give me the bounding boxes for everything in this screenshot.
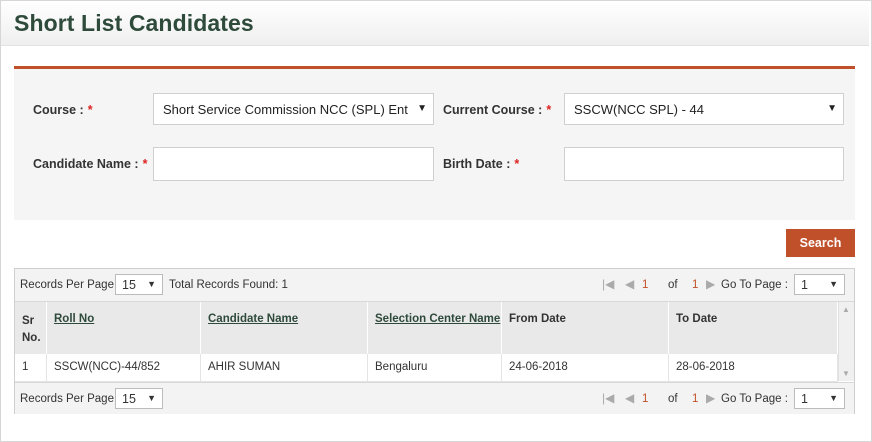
course-label: Course : * [33,103,93,117]
required-mark: * [142,157,148,171]
cell-text: SSCW(NCC)-44/852 [54,361,161,373]
records-per-page-select[interactable]: 15 ▼ [115,388,163,409]
dropdown-arrow-icon: ▼ [829,393,838,403]
go-to-page-select[interactable]: 1 ▼ [794,388,845,409]
cell-text: 24-06-2018 [509,361,568,373]
current-page-number: 1 [642,393,649,405]
course-label-text: Course : [33,103,84,117]
total-pages-number: 1 [692,279,699,291]
column-header-selection-center[interactable]: Selection Center Name [368,302,502,354]
current-page-number: 1 [642,279,649,291]
current-course-select[interactable]: SSCW(NCC SPL) - 44 ▼ [564,93,844,125]
cell-from-date: 24-06-2018 [502,354,669,381]
page-title: Short List Candidates [14,10,254,36]
dropdown-arrow-icon: ▼ [147,393,156,403]
prev-page-icon[interactable]: ◀ [625,391,634,405]
column-header-label: From Date [509,313,566,325]
table-header: Sr No. Roll No Candidate Name Selection … [15,302,838,354]
page-header: Short List Candidates [1,1,869,46]
dropdown-arrow-icon: ▼ [829,279,838,289]
pager-top: Records Per Page : 15 ▼ Total Records Fo… [15,269,854,302]
candidate-name-label: Candidate Name : * [33,157,147,171]
column-header-from-date: From Date [502,302,669,354]
prev-page-icon[interactable]: ◀ [625,277,634,291]
cell-sr-no: 1 [15,354,47,381]
search-button[interactable]: Search [786,229,855,257]
of-label: of [668,279,678,291]
cell-to-date: 28-06-2018 [669,354,838,381]
total-pages-number: 1 [692,393,699,405]
cell-text: Bengaluru [375,361,428,373]
of-label: of [668,393,678,405]
course-select-value: Short Service Commission NCC (SPL) Ent [163,102,408,117]
dropdown-arrow-icon: ▼ [147,279,156,289]
column-header-candidate-name[interactable]: Candidate Name [201,302,368,354]
total-records-text: Total Records Found: 1 [169,279,288,291]
column-header-roll-no[interactable]: Roll No [47,302,201,354]
birth-date-input[interactable] [564,147,844,181]
column-header-label: Sr No. [22,315,41,344]
cell-selection-center: Bengaluru [368,354,502,381]
scroll-up-icon[interactable]: ▲ [842,305,850,314]
sort-link-selection-center[interactable]: Selection Center Name [375,313,500,325]
results-grid: Records Per Page : 15 ▼ Total Records Fo… [14,268,855,414]
first-page-icon[interactable]: |◀ [602,277,614,291]
column-header-sr-no: Sr No. [15,302,47,354]
column-header-label: To Date [676,313,718,325]
go-to-page-value: 1 [801,278,808,292]
records-per-page-select[interactable]: 15 ▼ [115,274,163,295]
pager-bottom: Records Per Page : 15 ▼ |◀ ◀ 1 of 1 ▶ Go… [15,382,854,414]
birth-date-label: Birth Date : * [443,157,519,171]
cell-text: AHIR SUMAN [208,361,281,373]
next-page-icon[interactable]: ▶ [706,391,715,405]
course-select[interactable]: Short Service Commission NCC (SPL) Ent ▼ [153,93,434,125]
cell-candidate-name: AHIR SUMAN [201,354,368,381]
current-course-label: Current Course : * [443,103,551,117]
sort-link-candidate-name[interactable]: Candidate Name [208,313,298,325]
current-course-label-text: Current Course : [443,103,543,117]
go-to-page-select[interactable]: 1 ▼ [794,274,845,295]
vertical-scrollbar[interactable]: ▲ ▼ [838,302,854,381]
candidate-name-input[interactable] [153,147,434,181]
records-per-page-value: 15 [122,278,136,292]
records-per-page-label: Records Per Page : [20,279,121,291]
table-row[interactable]: 1 SSCW(NCC)-44/852 AHIR SUMAN Bengaluru … [15,354,838,382]
scroll-down-icon[interactable]: ▼ [842,369,850,378]
go-to-page-label: Go To Page : [721,279,788,291]
cell-roll-no: SSCW(NCC)-44/852 [47,354,201,381]
required-mark: * [546,103,552,117]
dropdown-arrow-icon: ▼ [827,103,837,114]
candidate-name-label-text: Candidate Name : [33,157,139,171]
records-per-page-value: 15 [122,392,136,406]
dropdown-arrow-icon: ▼ [417,103,427,114]
current-course-select-value: SSCW(NCC SPL) - 44 [574,102,705,117]
next-page-icon[interactable]: ▶ [706,277,715,291]
search-form-panel: Course : * Short Service Commission NCC (… [14,66,855,220]
records-per-page-label: Records Per Page : [20,393,121,405]
go-to-page-label: Go To Page : [721,393,788,405]
sort-link-roll-no[interactable]: Roll No [54,313,94,325]
required-mark: * [514,157,520,171]
column-header-to-date: To Date [669,302,838,354]
cell-text: 1 [22,361,29,373]
go-to-page-value: 1 [801,392,808,406]
cell-text: 28-06-2018 [676,361,735,373]
required-mark: * [87,103,93,117]
first-page-icon[interactable]: |◀ [602,391,614,405]
birth-date-label-text: Birth Date : [443,157,511,171]
